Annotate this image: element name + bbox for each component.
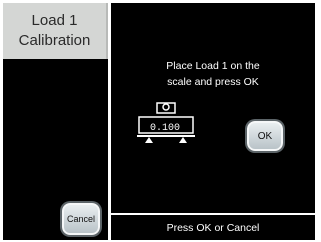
- display-frame: Load 1 Calibration Cancel Place Load 1 o…: [3, 3, 315, 240]
- scale-reading: 0.100: [149, 123, 180, 134]
- cancel-button[interactable]: Cancel: [62, 203, 100, 235]
- device-screen: Load 1 Calibration Cancel Place Load 1 o…: [0, 0, 321, 242]
- left-panel: Load 1 Calibration Cancel: [3, 3, 108, 240]
- scale-icon: [137, 102, 195, 143]
- instruction-text: Place Load 1 on the scale and press OK: [166, 60, 260, 88]
- ok-button[interactable]: OK: [247, 121, 283, 151]
- screen-title: Load 1 Calibration: [18, 12, 91, 49]
- status-bar-text: Press OK or Cancel: [166, 222, 260, 234]
- title-box: Load 1 Calibration: [3, 3, 108, 59]
- main-panel: Place Load 1 on the scale and press OK 0…: [111, 3, 315, 240]
- status-divider: [111, 213, 315, 215]
